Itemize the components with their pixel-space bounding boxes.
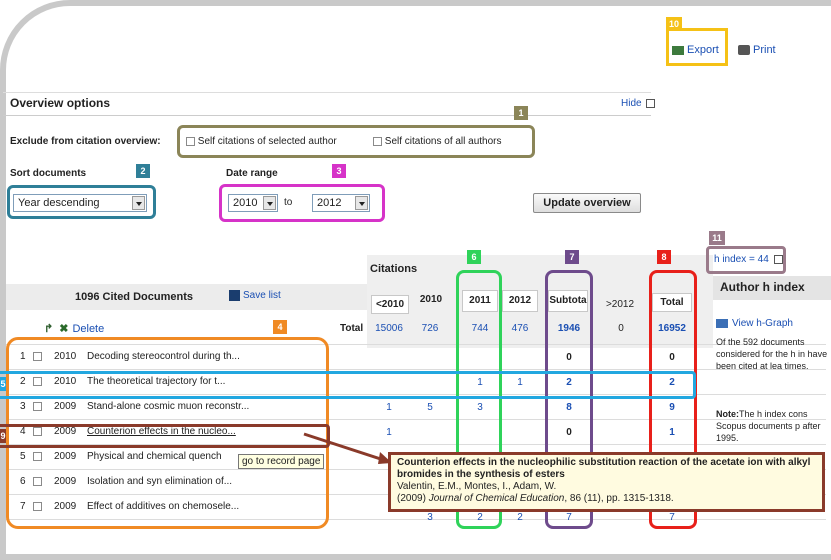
row-2-highlight xyxy=(0,371,696,399)
total-2012[interactable]: 476 xyxy=(500,323,540,334)
badge-2: 2 xyxy=(136,164,150,178)
date-to-label: to xyxy=(284,197,293,208)
badge-9: 9 xyxy=(0,429,6,443)
date-to-select[interactable]: 2012 xyxy=(312,194,370,212)
badge-1: 1 xyxy=(514,106,528,120)
exclude-label: Exclude from citation overview: xyxy=(10,136,161,147)
cell[interactable]: 3 xyxy=(411,512,449,523)
graph-icon xyxy=(716,318,728,328)
row-4-highlight xyxy=(0,424,330,448)
hindex-link[interactable]: h index = 44 xyxy=(714,254,783,265)
date-range-label: Date range xyxy=(226,168,278,179)
hgraph-link[interactable]: View h-Graph xyxy=(716,318,793,329)
print-icon xyxy=(738,45,750,56)
popup-citation: (2009) Journal of Chemical Education, 86… xyxy=(397,493,674,504)
record-popup: Counterion effects in the nucleophilic s… xyxy=(388,452,825,512)
col-header-2012: 2012 xyxy=(502,290,538,312)
citations-header: Citations xyxy=(370,263,418,275)
update-overview-button[interactable]: Update overview xyxy=(533,193,641,213)
badge-4: 4 xyxy=(273,320,287,334)
callout-arrow xyxy=(303,432,392,464)
export-link[interactable]: Export xyxy=(672,44,719,56)
cell[interactable]: 2 xyxy=(500,512,540,523)
overview-title: Overview options xyxy=(10,96,111,110)
sort-select[interactable]: Year descending xyxy=(13,194,147,212)
total-post2012: 0 xyxy=(618,323,624,334)
overview-divider xyxy=(3,115,651,116)
save-list-link[interactable]: Save list xyxy=(229,290,281,301)
chevron-down-icon xyxy=(132,196,145,210)
select-arrow-icon: ↱ xyxy=(44,323,54,335)
col-header-post2012: >2012 xyxy=(605,299,635,310)
chevron-down-icon xyxy=(263,196,276,210)
popup-authors: Valentin, E.M., Montes, I., Adam, W. xyxy=(397,481,557,492)
self-selected-checkbox[interactable] xyxy=(186,136,195,146)
chevron-down-icon xyxy=(355,196,368,210)
hindex-text: Of the 592 documents considered for the … xyxy=(716,337,828,371)
cited-docs-title: 1096 Cited Documents xyxy=(75,291,193,303)
hindex-note: Note:The h index cons Scopus documents p… xyxy=(716,409,821,443)
badge-11: 11 xyxy=(709,231,725,245)
cell[interactable]: 5 xyxy=(411,402,449,413)
print-link[interactable]: Print xyxy=(738,44,776,56)
hindex-title: Author h index xyxy=(720,280,805,294)
total-pre2010[interactable]: 15006 xyxy=(369,323,409,334)
cell[interactable]: 1 xyxy=(369,402,409,413)
self-citations-all[interactable]: Self citations of all authors xyxy=(373,136,502,147)
col-header-2010: 2010 xyxy=(419,294,443,305)
export-icon xyxy=(672,45,684,55)
self-all-checkbox[interactable] xyxy=(373,136,382,146)
badge-5: 5 xyxy=(0,377,6,391)
col-header-pre2010: <2010 xyxy=(371,295,409,314)
badge-6: 6 xyxy=(467,250,481,264)
popup-title: Counterion effects in the nucleophilic s… xyxy=(397,457,811,480)
badge-8: 8 xyxy=(657,250,671,264)
badge-10: 10 xyxy=(666,17,682,31)
delete-link[interactable]: ↱ ✖ Delete xyxy=(44,322,104,335)
save-icon xyxy=(229,290,240,301)
badge-3: 3 xyxy=(332,164,346,178)
sort-label: Sort documents xyxy=(10,168,87,179)
self-citations-selected[interactable]: Self citations of selected author xyxy=(186,136,337,147)
collapse-icon xyxy=(773,254,783,264)
total-label: Total xyxy=(340,323,364,334)
delete-icon: ✖ xyxy=(59,323,69,335)
total-2010[interactable]: 726 xyxy=(411,323,449,334)
hide-link[interactable]: Hide xyxy=(621,98,656,109)
date-from-select[interactable]: 2010 xyxy=(228,194,278,212)
collapse-icon xyxy=(646,98,656,108)
badge-7: 7 xyxy=(565,250,579,264)
